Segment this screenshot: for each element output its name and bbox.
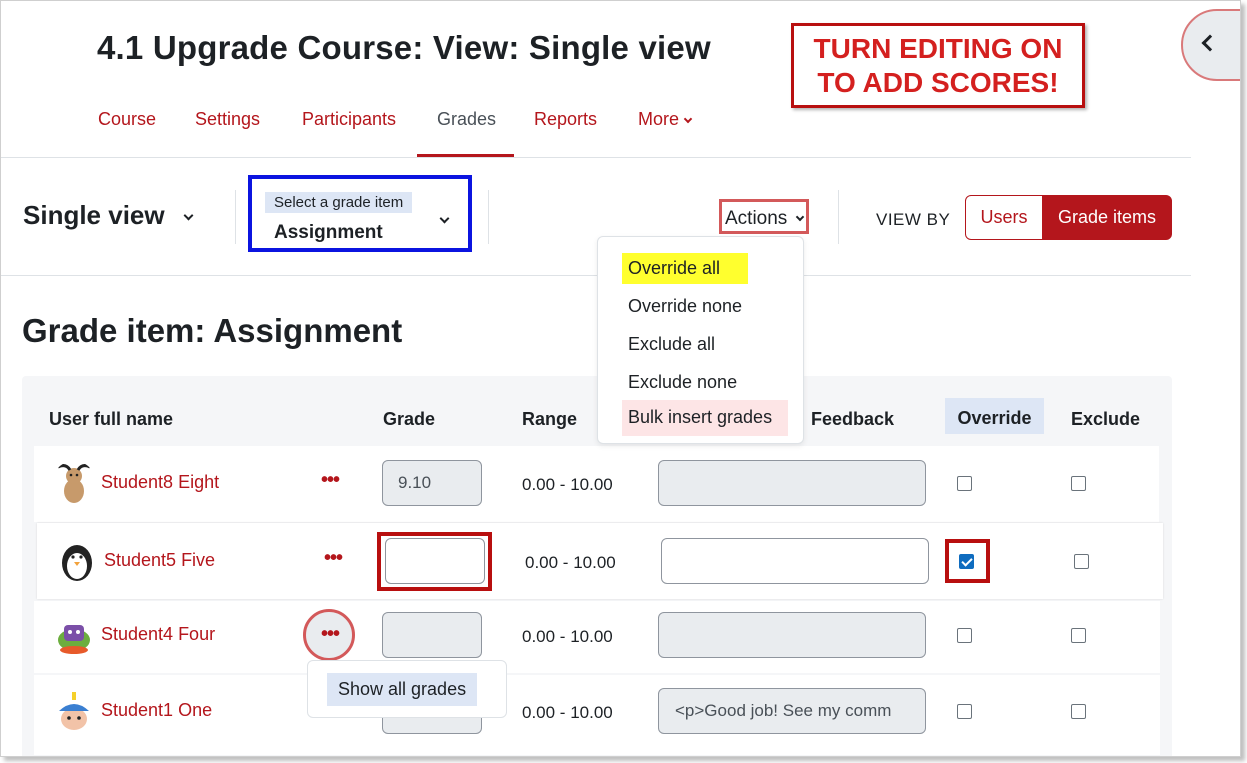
tab-grades[interactable]: Grades xyxy=(437,109,496,130)
avatar xyxy=(55,539,99,583)
grade-item-heading: Grade item: Assignment xyxy=(22,312,403,349)
tab-more[interactable]: More xyxy=(638,109,693,130)
actions-dropdown-label: Actions xyxy=(725,208,788,229)
student-name-link[interactable]: Student5 Five xyxy=(104,550,215,571)
tab-participants[interactable]: Participants xyxy=(302,109,396,130)
menu-item-override-none[interactable]: Override none xyxy=(622,291,748,322)
ellipsis-icon[interactable]: ••• xyxy=(321,623,340,646)
grade-item-selector[interactable]: Select a grade item Assignment xyxy=(248,175,472,252)
view-by-label: VIEW BY xyxy=(876,210,951,229)
grade-range: 0.00 - 10.00 xyxy=(522,703,613,722)
column-header-exclude: Exclude xyxy=(1071,409,1141,429)
divider xyxy=(838,190,839,244)
avatar xyxy=(52,613,96,657)
feedback-input[interactable] xyxy=(658,460,926,506)
grade-input[interactable] xyxy=(385,538,485,584)
secondary-nav: Course Settings Participants Grades Repo… xyxy=(1,101,1191,158)
column-header-override: Override xyxy=(945,398,1044,434)
column-header-feedback: Feedback xyxy=(811,409,895,429)
tab-reports[interactable]: Reports xyxy=(534,109,597,130)
grade-item-selector-label: Select a grade item xyxy=(265,192,413,213)
student-name-link[interactable]: Student8 Eight xyxy=(101,472,219,493)
row-actions-menu: Show all grades xyxy=(307,660,507,718)
actions-menu: Override all Override none Exclude all E… xyxy=(597,236,804,444)
grade-range: 0.00 - 10.00 xyxy=(522,627,613,646)
avatar xyxy=(52,689,96,733)
menu-item-exclude-none[interactable]: Exclude none xyxy=(622,367,743,398)
tab-course[interactable]: Course xyxy=(98,109,156,130)
grade-input[interactable]: 9.10 xyxy=(382,460,482,506)
feedback-input[interactable]: <p>Good job! See my comm xyxy=(658,688,926,734)
chevron-down-icon[interactable] xyxy=(183,210,194,221)
divider xyxy=(488,190,489,244)
menu-item-override-all[interactable]: Override all xyxy=(622,253,749,284)
chevron-down-icon xyxy=(683,114,693,124)
column-header-name: User full name xyxy=(49,409,174,429)
chevron-down-icon xyxy=(439,213,450,224)
divider xyxy=(235,190,236,244)
view-selector[interactable]: Single view xyxy=(23,200,165,231)
grade-toolbar: Single view Select a grade item Assignme… xyxy=(1,158,1191,276)
exclude-checkbox[interactable] xyxy=(1071,476,1086,491)
student-name-link[interactable]: Student1 One xyxy=(101,700,212,721)
grade-range: 0.00 - 10.00 xyxy=(525,553,616,572)
chevron-left-icon xyxy=(1201,34,1219,52)
chevron-down-icon xyxy=(795,212,805,222)
column-header-range: Range xyxy=(522,409,578,429)
grade-range: 0.00 - 10.00 xyxy=(522,475,613,494)
ellipsis-icon[interactable]: ••• xyxy=(321,469,340,492)
feedback-input[interactable] xyxy=(658,612,926,658)
exclude-checkbox[interactable] xyxy=(1074,554,1089,569)
actions-dropdown[interactable]: Actions xyxy=(719,199,809,234)
column-header-grade: Grade xyxy=(383,409,436,429)
app-window: 4.1 Upgrade Course: View: Single view TU… xyxy=(0,0,1241,757)
grade-input[interactable] xyxy=(382,612,482,658)
page-title: 4.1 Upgrade Course: View: Single view xyxy=(97,29,711,66)
exclude-checkbox[interactable] xyxy=(1071,704,1086,719)
show-all-grades-item[interactable]: Show all grades xyxy=(327,673,478,706)
student-name-link[interactable]: Student4 Four xyxy=(101,624,215,645)
override-checkbox[interactable] xyxy=(957,476,972,491)
ellipsis-icon[interactable]: ••• xyxy=(324,547,343,570)
active-tab-indicator xyxy=(417,154,514,157)
feedback-input[interactable] xyxy=(661,538,929,584)
menu-item-bulk-insert-grades[interactable]: Bulk insert grades xyxy=(622,400,789,436)
drawer-toggle-button[interactable] xyxy=(1181,9,1240,81)
grade-item-selector-value: Assignment xyxy=(274,222,383,243)
tab-more-label: More xyxy=(638,109,680,129)
override-checkbox[interactable] xyxy=(957,628,972,643)
exclude-checkbox[interactable] xyxy=(1071,628,1086,643)
view-by-grade-items-button[interactable]: Grade items xyxy=(1042,195,1172,240)
override-checkbox[interactable] xyxy=(959,554,974,569)
override-checkbox[interactable] xyxy=(957,704,972,719)
instruction-callout: TURN EDITING ON TO ADD SCORES! xyxy=(791,23,1085,108)
avatar xyxy=(52,461,96,505)
menu-item-exclude-all[interactable]: Exclude all xyxy=(622,329,721,360)
tab-settings[interactable]: Settings xyxy=(195,109,260,130)
view-by-users-button[interactable]: Users xyxy=(965,195,1043,240)
